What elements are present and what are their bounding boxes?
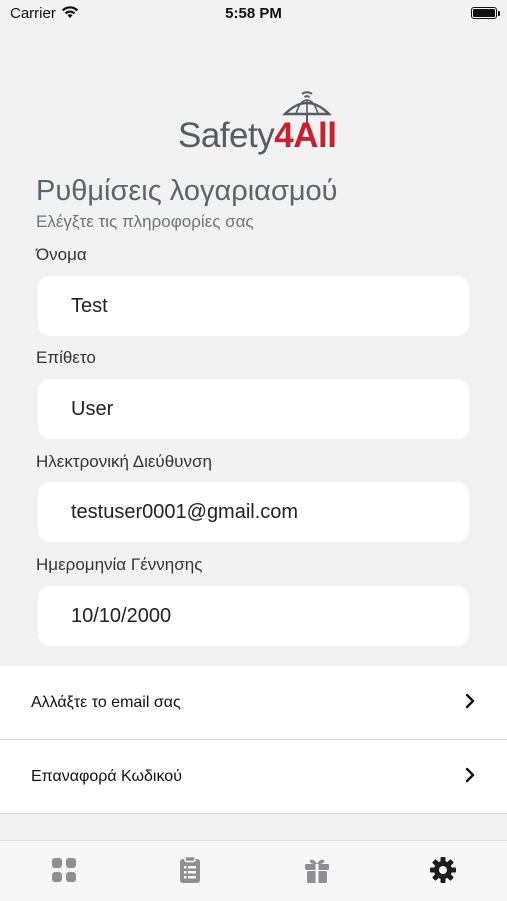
- logo-accent-text: 4All: [274, 116, 337, 155]
- tab-rewards[interactable]: [302, 855, 332, 885]
- account-actions-list: Αλλάξτε το email σας Επαναφορά Κωδικού: [0, 666, 507, 814]
- logo-text: Safety: [178, 116, 275, 155]
- clock-label: 5:58 PM: [225, 5, 282, 22]
- last-name-value: User: [71, 397, 114, 420]
- last-name-field[interactable]: User: [38, 379, 469, 439]
- page-subtitle: Ελέγξτε τις πληροφορίες σας: [36, 212, 254, 231]
- first-name-label: Όνομα: [36, 245, 87, 264]
- reset-password-row[interactable]: Επαναφορά Κωδικού: [0, 740, 507, 814]
- birthdate-value: 10/10/2000: [71, 604, 172, 627]
- tab-settings[interactable]: [428, 855, 458, 885]
- last-name-label: Επίθετο: [36, 348, 96, 367]
- chevron-right-icon: [465, 693, 475, 709]
- email-value: testuser0001@gmail.com: [71, 500, 299, 523]
- status-bar: Carrier 5:58 PM: [0, 0, 507, 30]
- tab-reports[interactable]: [175, 855, 205, 885]
- tab-bar: [0, 840, 507, 901]
- birthdate-field[interactable]: 10/10/2000: [38, 586, 469, 646]
- safety4all-logo: Safety4All: [178, 86, 338, 166]
- tab-dashboard[interactable]: [49, 855, 79, 885]
- chevron-right-icon: [465, 767, 475, 783]
- reset-password-label: Επαναφορά Κωδικού: [31, 767, 182, 785]
- page-title: Ρυθμίσεις λογαριασμού: [36, 175, 338, 207]
- clipboard-icon: [180, 855, 200, 883]
- email-field[interactable]: testuser0001@gmail.com: [38, 482, 469, 542]
- logo-wordmark: Safety4All: [178, 116, 337, 156]
- change-email-label: Αλλάξτε το email σας: [31, 693, 181, 711]
- first-name-value: Test: [71, 294, 108, 317]
- email-label: Ηλεκτρονική Διεύθυνση: [36, 452, 212, 471]
- first-name-field[interactable]: Test: [38, 276, 469, 336]
- dashboard-icon: [52, 858, 76, 882]
- gear-icon: [430, 857, 456, 883]
- battery-icon: [471, 7, 500, 19]
- birthdate-label: Ημερομηνία Γέννησης: [36, 555, 203, 574]
- gift-icon: [305, 859, 329, 883]
- change-email-row[interactable]: Αλλάξτε το email σας: [0, 666, 507, 740]
